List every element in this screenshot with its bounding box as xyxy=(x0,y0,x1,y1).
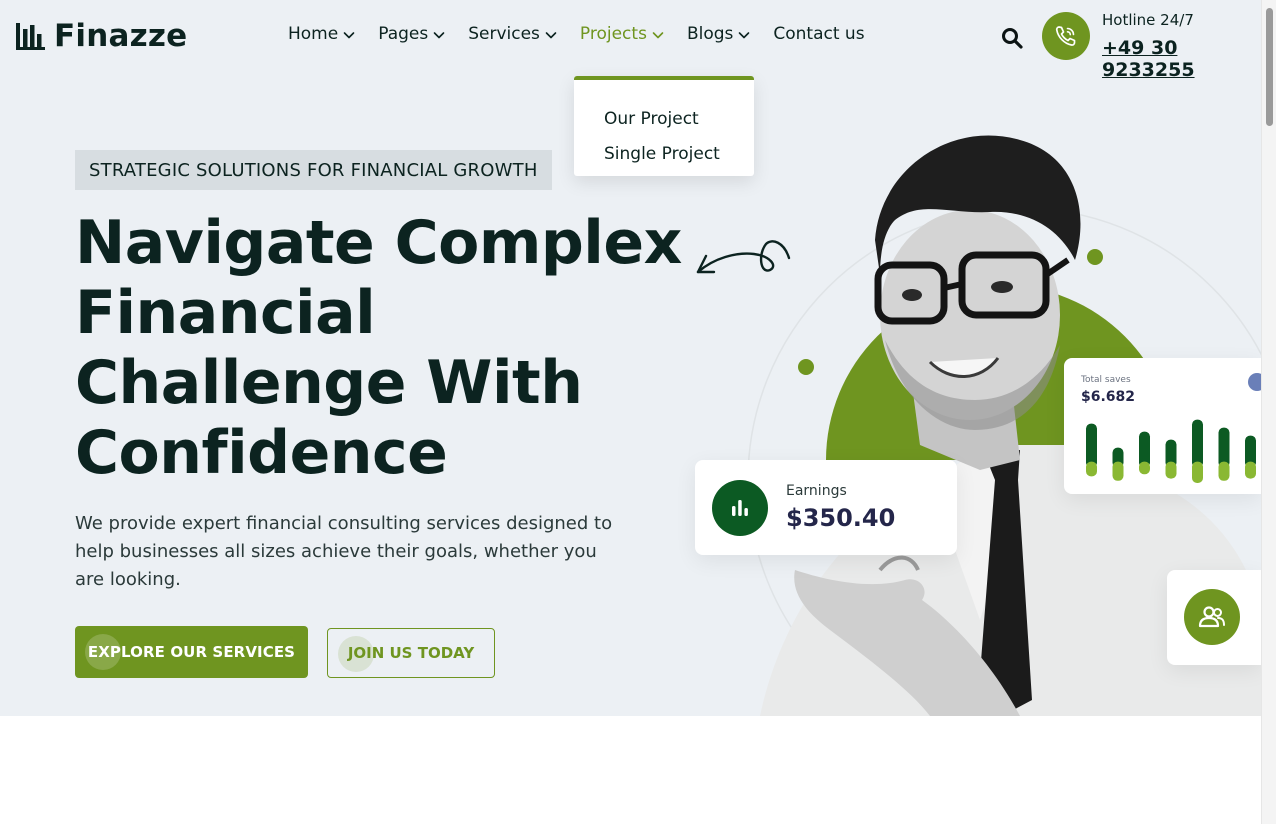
savings-bar-dark xyxy=(1086,423,1097,468)
phone-icon xyxy=(1055,26,1076,46)
savings-bar-light xyxy=(1192,461,1203,483)
bar-chart-icon xyxy=(712,480,768,536)
earnings-value: $350.40 xyxy=(786,504,896,532)
explore-services-button[interactable]: EXPLORE OUR SERVICES xyxy=(75,626,308,678)
nav-item-pages[interactable]: Pages xyxy=(378,24,445,44)
savings-bar-dark xyxy=(1192,419,1203,468)
hotline-number-link[interactable]: +49 30 9233255 xyxy=(1102,37,1261,81)
hero-lead-text: We provide expert financial consulting s… xyxy=(75,513,613,590)
avatar xyxy=(1248,373,1261,391)
users-icon[interactable] xyxy=(1184,589,1240,645)
team-card xyxy=(1167,570,1261,665)
nav-item-label: Services xyxy=(468,24,540,44)
headline-line: Navigate Complex xyxy=(75,208,682,278)
savings-label: Total saves xyxy=(1081,375,1131,385)
page-scrollbar[interactable] xyxy=(1261,0,1276,824)
phone-button[interactable] xyxy=(1042,12,1090,60)
nav-item-services[interactable]: Services xyxy=(468,24,557,44)
hero-section: Finazze Home Pages Services Projects Blogs Co… xyxy=(0,0,1261,716)
savings-bar-chart xyxy=(1086,419,1256,483)
nav-item-blogs[interactable]: Blogs xyxy=(686,24,750,44)
savings-bar-light xyxy=(1139,461,1150,475)
nav-item-label: Pages xyxy=(378,24,429,44)
nav-item-contact-us[interactable]: Contact us xyxy=(773,24,864,44)
logo-bars-icon xyxy=(16,21,46,51)
nav-item-home[interactable]: Home xyxy=(288,24,355,44)
nav-item-label: Home xyxy=(288,24,339,44)
chevron-down-icon xyxy=(433,29,445,40)
nav-item-label: Contact us xyxy=(773,24,865,44)
chevron-down-icon xyxy=(652,29,664,40)
nav-item-label: Blogs xyxy=(686,24,734,44)
join-us-label: JOIN US TODAY xyxy=(347,644,475,662)
savings-bar-light xyxy=(1112,461,1124,481)
chevron-down-icon xyxy=(738,29,750,40)
nav-item-projects[interactable]: Projects xyxy=(579,24,664,44)
chevron-down-icon xyxy=(545,29,557,40)
scrollbar-thumb[interactable] xyxy=(1266,8,1273,126)
join-us-button[interactable]: JOIN US TODAY xyxy=(327,628,495,678)
explore-services-label: EXPLORE OUR SERVICES xyxy=(87,643,296,661)
savings-value: $6.682 xyxy=(1081,389,1136,405)
headline-line: Financial xyxy=(75,278,376,348)
logo[interactable]: Finazze xyxy=(16,18,187,54)
main-nav: Home Pages Services Projects Blogs Contact us xyxy=(288,24,889,44)
hero-tagline: STRATEGIC SOLUTIONS FOR FINANCIAL GROWTH xyxy=(75,150,552,190)
search-icon[interactable] xyxy=(1001,27,1023,49)
headline-line: Challenge With xyxy=(75,348,583,418)
earnings-card: Earnings $350.40 xyxy=(695,460,957,555)
page: Finazze Home Pages Services Projects Blogs Co… xyxy=(0,0,1276,824)
savings-bar-light xyxy=(1245,461,1256,479)
savings-card: Total saves $6.682 xyxy=(1064,358,1261,494)
headline-line: Confidence xyxy=(75,418,448,488)
savings-bar-light xyxy=(1218,461,1230,481)
savings-bar-light xyxy=(1086,461,1097,477)
hotline-label: Hotline 24/7 xyxy=(1102,11,1194,29)
chevron-down-icon xyxy=(343,29,355,40)
nav-item-label: Projects xyxy=(579,24,647,44)
brand-name: Finazze xyxy=(54,18,188,54)
earnings-label: Earnings xyxy=(786,483,847,499)
savings-bar-light xyxy=(1165,461,1177,479)
hero-headline: Navigate Complex Financial Challenge Wit… xyxy=(75,208,695,488)
